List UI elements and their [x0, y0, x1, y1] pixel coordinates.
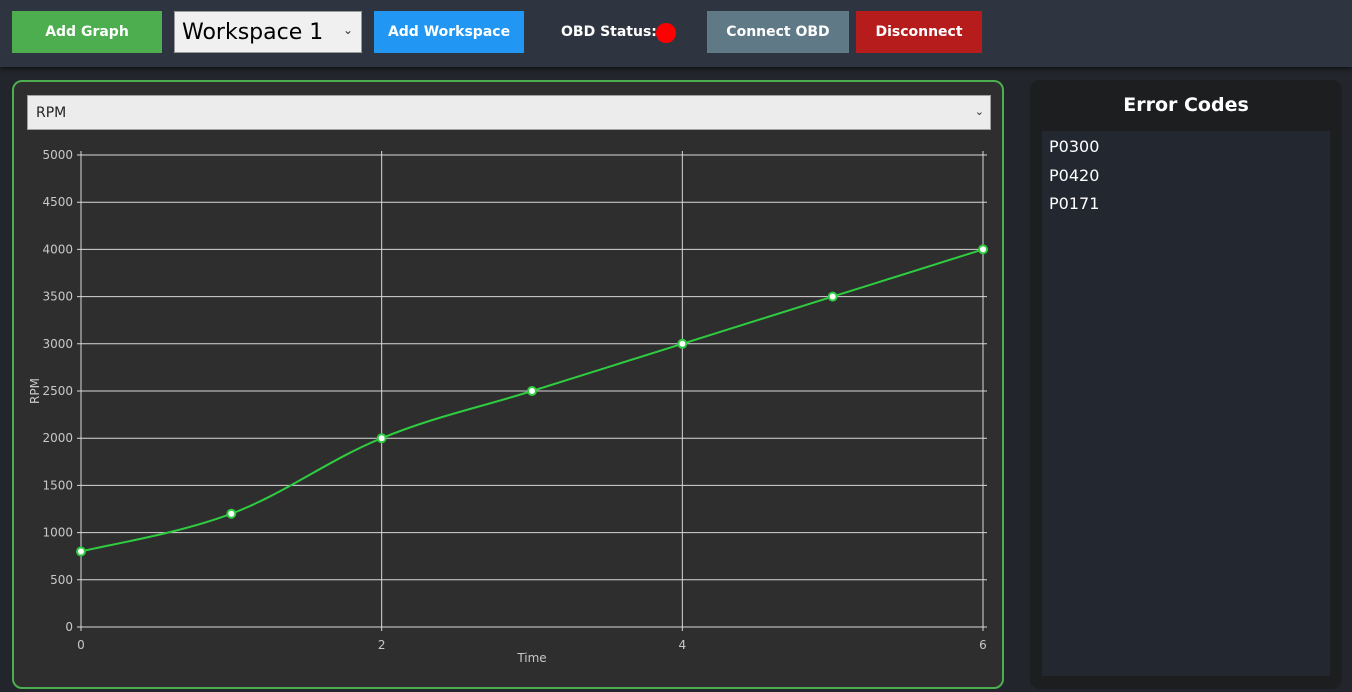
- data-point: [827, 291, 838, 302]
- x-tick-label: 2: [378, 638, 386, 652]
- error-code-item[interactable]: P0300: [1049, 137, 1330, 166]
- error-codes-panel: Error Codes P0300 P0420 P0171: [1030, 80, 1342, 689]
- y-tick-label: 1000: [42, 526, 73, 540]
- workspace-select[interactable]: Workspace 1 ⌄: [174, 11, 362, 53]
- add-graph-button[interactable]: Add Graph: [12, 11, 162, 53]
- y-axis-title: RPM: [28, 378, 42, 404]
- disconnect-button[interactable]: Disconnect: [856, 11, 982, 53]
- x-tick-label: 6: [979, 638, 987, 652]
- workspace-select-value: Workspace 1: [182, 19, 324, 45]
- toolbar: Add Graph Workspace 1 ⌄ Add Workspace OB…: [0, 0, 1352, 67]
- graph-panel: RPM ⌄ 0 500 1000 1500 2000 2500 3000 3500 4000 45…: [12, 80, 1004, 689]
- x-tick-label: 0: [77, 638, 85, 652]
- add-workspace-button[interactable]: Add Workspace: [374, 11, 524, 53]
- obd-status-label: OBD Status:: [561, 24, 657, 40]
- error-codes-title: Error Codes: [1123, 94, 1249, 116]
- y-tick-label: 4500: [42, 195, 73, 209]
- data-point: [978, 244, 988, 255]
- obd-status-indicator: [656, 23, 676, 43]
- error-code-item[interactable]: P0420: [1049, 166, 1330, 195]
- data-point: [376, 433, 387, 444]
- x-tick-label: 4: [679, 638, 687, 652]
- y-tick-label: 3000: [42, 337, 73, 351]
- data-point: [677, 338, 688, 349]
- data-point: [527, 386, 537, 396]
- y-tick-label: 2000: [42, 431, 73, 445]
- y-tick-label: 2500: [42, 384, 73, 398]
- data-point: [226, 508, 237, 519]
- rpm-line-chart: 0 500 1000 1500 2000 2500 3000 3500 4000 4500 5000…: [28, 148, 988, 665]
- connect-obd-button[interactable]: Connect OBD: [707, 11, 849, 53]
- y-tick-label: 5000: [42, 148, 73, 162]
- chevron-down-icon: ⌄: [342, 23, 353, 37]
- x-axis-title: Time: [516, 651, 546, 665]
- data-point: [76, 546, 86, 557]
- series-line: [80, 248, 984, 553]
- y-tick-label: 3500: [42, 290, 73, 304]
- y-tick-label: 0: [65, 620, 73, 634]
- error-codes-list[interactable]: P0300 P0420 P0171: [1042, 131, 1330, 676]
- y-tick-label: 500: [50, 573, 73, 587]
- y-tick-label: 4000: [42, 242, 73, 256]
- error-code-item[interactable]: P0171: [1049, 194, 1330, 223]
- y-tick-label: 1500: [42, 478, 73, 492]
